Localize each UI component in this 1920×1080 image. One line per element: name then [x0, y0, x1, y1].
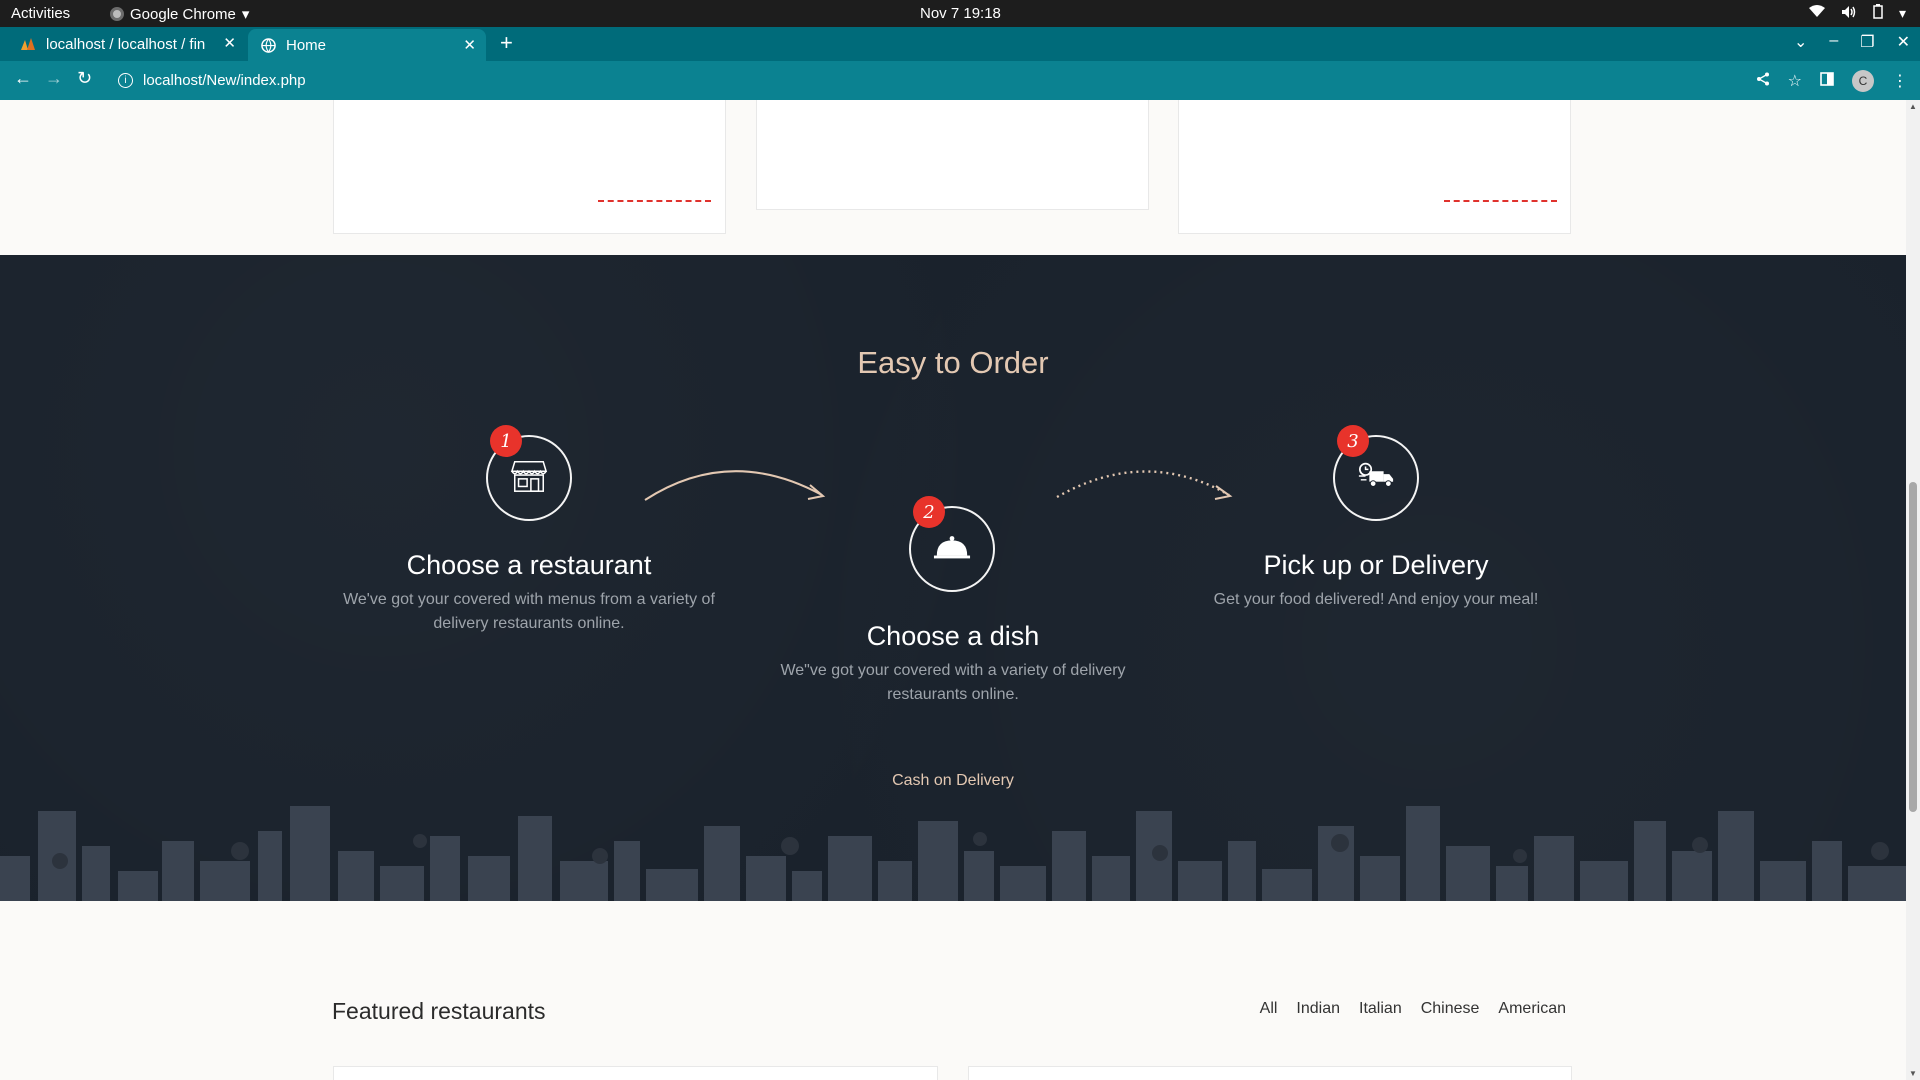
- dashed-divider: [598, 200, 711, 202]
- system-top-bar: Activities Google Chrome ▾ Nov 7 19:18 ▾: [0, 0, 1920, 27]
- step-description: We"ve got your covered with a variety of…: [780, 662, 1126, 703]
- reload-icon[interactable]: ↻: [77, 68, 92, 89]
- restore-icon[interactable]: ❐: [1860, 32, 1874, 52]
- filter-italian[interactable]: Italian: [1359, 1000, 1402, 1018]
- filter-all[interactable]: All: [1260, 1000, 1278, 1018]
- browser-tab-strip: localhost / localhost / fin ✕ Home ✕ + ⌄…: [0, 27, 1920, 61]
- tab-home[interactable]: Home ✕: [248, 29, 486, 61]
- filter-chinese[interactable]: Chinese: [1421, 1000, 1480, 1018]
- volume-icon[interactable]: [1841, 5, 1857, 22]
- app-name: Google Chrome: [130, 5, 236, 23]
- scrollbar-thumb[interactable]: [1909, 482, 1917, 812]
- step-description: We've got your covered with menus from a…: [343, 591, 715, 632]
- restaurant-card-top-middle[interactable]: [756, 100, 1149, 210]
- scroll-up-arrow-icon[interactable]: ▲: [1909, 102, 1917, 111]
- caret-down-icon: ▾: [241, 6, 250, 23]
- cuisine-filter-tabs: All Indian Italian Chinese American: [1260, 1000, 1566, 1018]
- page-scrollbar[interactable]: ▲ ▼: [1906, 100, 1920, 1080]
- tab-title: localhost / localhost / fin: [46, 35, 206, 53]
- restaurant-card-top-right[interactable]: [1178, 100, 1571, 234]
- url-text[interactable]: localhost/New/index.php: [143, 72, 306, 89]
- kebab-menu-icon[interactable]: ⋮: [1892, 71, 1908, 91]
- new-tab-plus-icon[interactable]: +: [500, 30, 513, 56]
- how-it-works-section: Easy to Order 1 Choose a restaurant We'v…: [0, 255, 1906, 901]
- step-choose-dish: 2 Choose a dish We"ve got your covered w…: [766, 496, 1140, 706]
- step-pickup-delivery: 3 Pick up or Delivery Get your food deli…: [1190, 425, 1562, 635]
- web-page: Easy to Order 1 Choose a restaurant We'v…: [0, 100, 1906, 1080]
- globe-favicon-icon: [260, 37, 276, 53]
- bookmark-star-icon[interactable]: ☆: [1788, 71, 1802, 91]
- browser-toolbar: ← → ↻ i localhost/New/index.php ☆ C ⋮: [0, 61, 1920, 100]
- step-title: Choose a dish: [866, 621, 1040, 651]
- address-bar[interactable]: i localhost/New/index.php: [110, 66, 1750, 95]
- step-description: Get your food delivered! And enjoy your …: [1213, 591, 1539, 608]
- tab-title: Home: [286, 36, 327, 54]
- step-number-badge: 3: [1337, 425, 1369, 457]
- dashed-divider: [1444, 200, 1557, 202]
- activities-button[interactable]: Activities: [11, 5, 70, 22]
- close-window-icon[interactable]: ✕: [1897, 32, 1910, 52]
- step-number-badge: 1: [490, 425, 522, 457]
- filter-indian[interactable]: Indian: [1296, 1000, 1340, 1018]
- step-title: Pick up or Delivery: [1263, 550, 1489, 580]
- city-skyline-decoration: [0, 806, 1906, 901]
- scroll-down-arrow-icon[interactable]: ▼: [1909, 1069, 1917, 1078]
- back-arrow-icon[interactable]: ←: [14, 68, 32, 89]
- step-title: Choose a restaurant: [406, 550, 652, 580]
- minimize-icon[interactable]: –: [1829, 32, 1838, 52]
- section-title: Easy to Order: [857, 345, 1049, 380]
- filter-american[interactable]: American: [1498, 1000, 1566, 1018]
- toolbar-actions: ☆ C ⋮: [1756, 70, 1908, 92]
- restaurant-card-bottom-left[interactable]: [333, 1066, 938, 1080]
- battery-icon[interactable]: [1873, 4, 1883, 22]
- wifi-icon[interactable]: [1808, 5, 1825, 21]
- restaurant-card-bottom-right[interactable]: [968, 1066, 1572, 1080]
- restaurant-card-top-left[interactable]: [333, 100, 726, 234]
- delivery-truck-icon: [1357, 461, 1395, 496]
- step-number-badge: 2: [913, 496, 945, 528]
- close-tab-icon[interactable]: ✕: [463, 36, 476, 54]
- phpmyadmin-favicon-icon: [20, 36, 36, 52]
- system-menu-caret-icon[interactable]: ▾: [1899, 5, 1906, 22]
- side-panel-icon[interactable]: [1820, 71, 1834, 91]
- clock[interactable]: Nov 7 19:18: [920, 5, 1001, 22]
- close-tab-icon[interactable]: ✕: [223, 34, 236, 52]
- window-controls: ⌄ – ❐ ✕: [1794, 32, 1910, 52]
- forward-arrow-icon[interactable]: →: [45, 68, 63, 89]
- featured-restaurants-title: Featured restaurants: [332, 998, 546, 1024]
- app-menu[interactable]: Google Chrome ▾: [110, 5, 249, 23]
- tab-search-chevron-icon[interactable]: ⌄: [1794, 32, 1807, 52]
- cloche-icon: [933, 532, 971, 567]
- cash-on-delivery-note: Cash on Delivery: [892, 772, 1014, 789]
- system-tray[interactable]: ▾: [1808, 4, 1906, 22]
- storefront-icon: [510, 457, 548, 500]
- site-info-icon[interactable]: i: [118, 73, 133, 88]
- tab-phpmyadmin[interactable]: localhost / localhost / fin ✕: [10, 27, 246, 61]
- profile-avatar[interactable]: C: [1852, 70, 1874, 92]
- chrome-logo-icon: [110, 7, 124, 21]
- share-icon[interactable]: [1756, 72, 1770, 91]
